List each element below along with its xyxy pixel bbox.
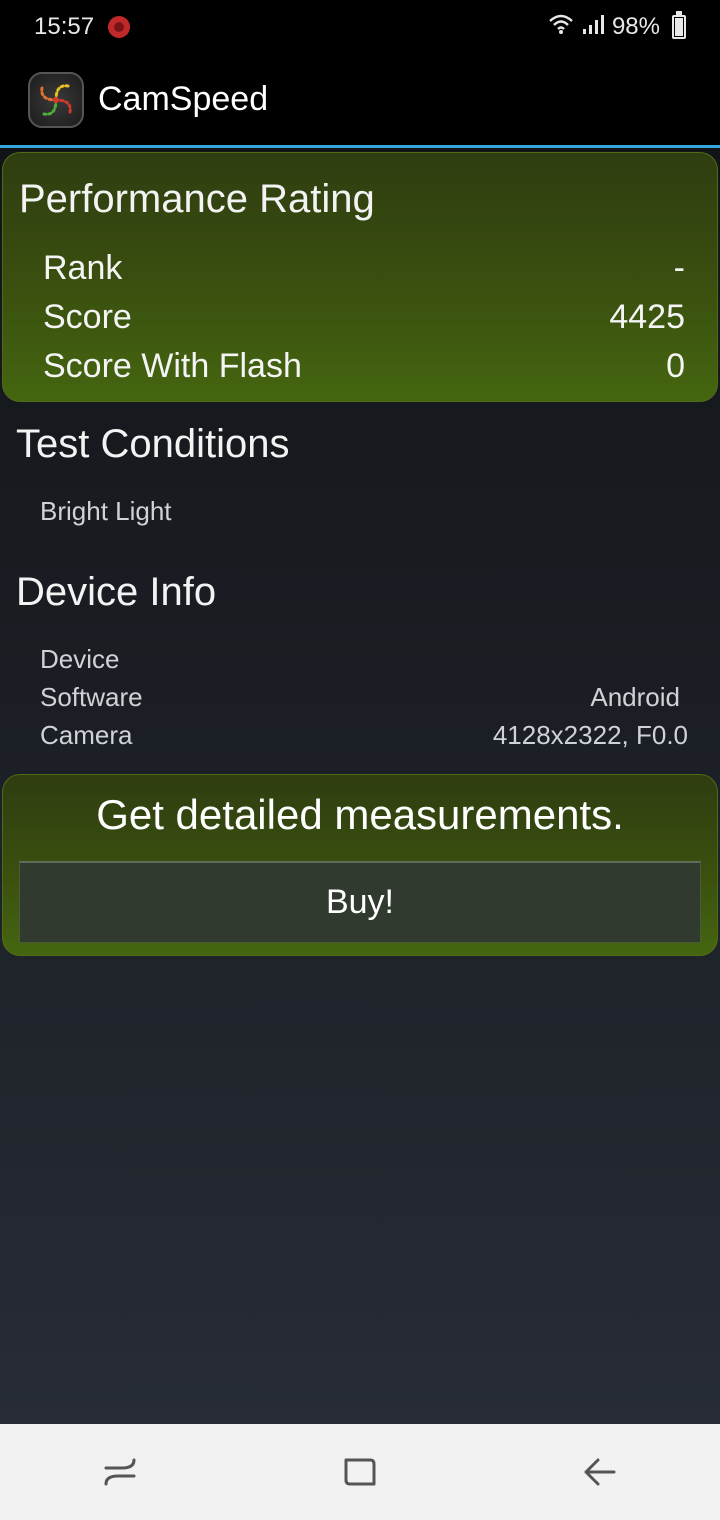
software-label: Software	[40, 682, 143, 712]
home-icon[interactable]	[330, 1442, 390, 1502]
rank-label: Rank	[43, 249, 123, 287]
main-content: Performance Rating Rank - Score 4425 Sco…	[0, 148, 720, 1424]
device-label: Device	[40, 644, 120, 674]
camera-value: 4128x2322, F0.0	[492, 720, 688, 750]
navigation-bar	[0, 1424, 720, 1520]
score-label: Score	[43, 298, 132, 336]
cell-signal-icon	[582, 13, 604, 42]
camspeed-logo-icon	[28, 71, 84, 128]
device-row: Device	[40, 644, 688, 675]
score-row: Score 4425	[43, 298, 685, 337]
software-row: Software Android	[40, 682, 680, 713]
notification-icon	[108, 16, 131, 38]
score-flash-label: Score With Flash	[43, 347, 302, 385]
status-time: 15:57	[34, 13, 95, 40]
camera-row: Camera 4128x2322, F0.0	[40, 720, 688, 751]
camera-label: Camera	[40, 720, 133, 750]
buy-button[interactable]: Buy!	[19, 861, 701, 943]
promo-card: Get detailed measurements. Buy!	[2, 774, 718, 956]
test-conditions-row: Bright Light	[40, 496, 688, 527]
performance-title: Performance Rating	[19, 177, 375, 221]
promo-heading: Get detailed measurements.	[96, 791, 624, 838]
rank-row: Rank -	[43, 249, 685, 288]
device-info-title: Device Info	[16, 570, 217, 614]
score-value: 4425	[609, 298, 685, 336]
software-value: Android	[590, 682, 680, 712]
back-icon[interactable]	[570, 1442, 630, 1502]
wifi-icon	[548, 13, 574, 42]
performance-card: Performance Rating Rank - Score 4425 Sco…	[2, 152, 718, 402]
rank-value: -	[673, 249, 685, 287]
app-bar: CamSpeed	[0, 54, 720, 148]
battery-icon	[672, 11, 686, 39]
score-flash-value: 0	[666, 347, 685, 385]
recents-icon[interactable]	[90, 1442, 150, 1502]
test-conditions-value: Bright Light	[40, 496, 172, 526]
app-title: CamSpeed	[98, 80, 269, 118]
status-bar: 15:57 98%	[0, 0, 720, 54]
score-flash-row: Score With Flash 0	[43, 347, 685, 386]
test-conditions-title: Test Conditions	[16, 422, 290, 466]
battery-percent: 98%	[611, 13, 660, 40]
